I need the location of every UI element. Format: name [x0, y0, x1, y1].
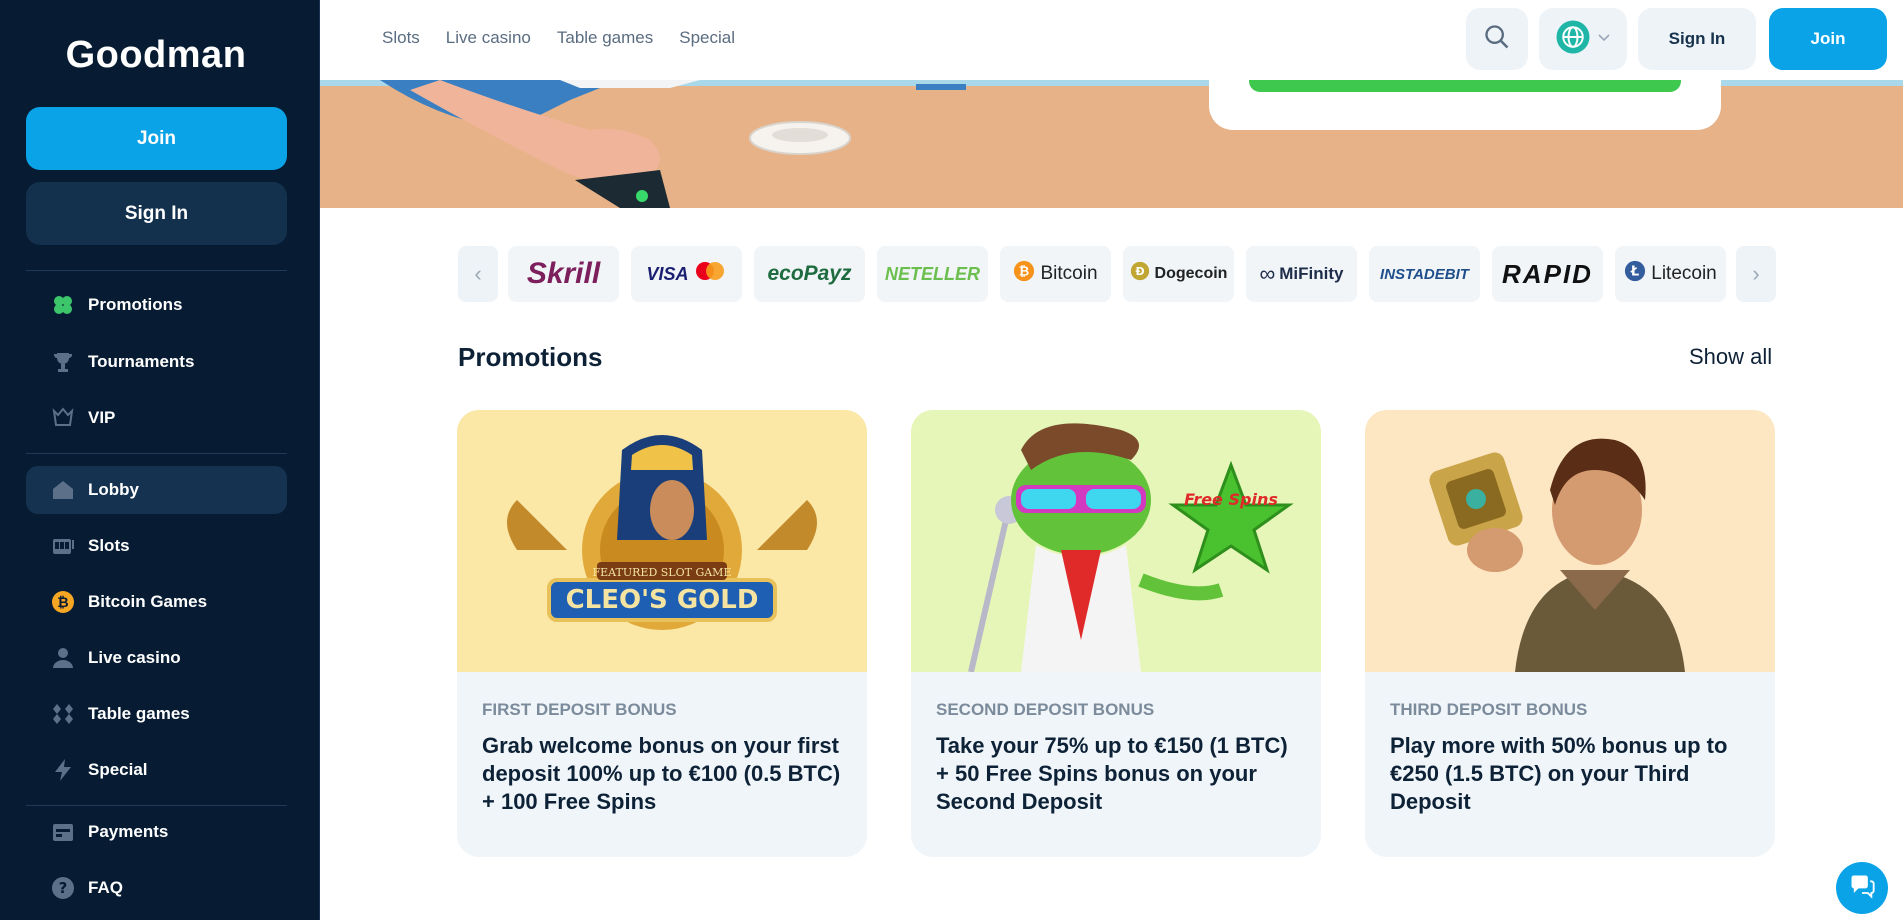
globe-icon	[1555, 19, 1591, 60]
vip-icon	[50, 405, 76, 431]
dealer-icon	[50, 645, 76, 671]
mastercard-icon	[693, 260, 727, 288]
wallet-icon	[50, 819, 76, 845]
chevron-left-icon: ‹	[474, 261, 482, 286]
carousel-prev-button[interactable]: ‹	[458, 246, 498, 302]
sidebar-divider	[26, 453, 287, 454]
sidebar-item-lobby[interactable]: Lobby	[26, 466, 287, 514]
payment-methods-carousel: ‹ Skrill VISA ecoPayz NETELLER ₿ Bitcoin…	[458, 246, 1776, 302]
dogecoin-icon: Ð	[1130, 261, 1150, 287]
svg-text:₿: ₿	[1019, 265, 1029, 280]
payment-visa-mastercard[interactable]: VISA	[631, 246, 742, 302]
payment-skrill[interactable]: Skrill	[508, 246, 619, 302]
search-icon	[1483, 23, 1511, 56]
promo-tag: THIRD DEPOSIT BONUS	[1390, 700, 1588, 719]
chat-button[interactable]	[1836, 862, 1888, 914]
payment-rapid[interactable]: RAPID	[1492, 246, 1603, 302]
sidebar-item-promotions[interactable]: Promotions	[26, 281, 287, 329]
promo-tag: FIRST DEPOSIT BONUS	[482, 700, 677, 719]
sidebar-item-label: Promotions	[88, 295, 183, 314]
svg-text:?: ?	[59, 879, 68, 897]
promo-card-third-deposit[interactable]: THIRD DEPOSIT BONUS Play more with 50% b…	[1365, 410, 1775, 857]
nav-slots[interactable]: Slots	[382, 28, 420, 48]
header-join-button[interactable]: Join	[1769, 8, 1887, 70]
promo-image-cleos-gold: CLEO'S GOLD FEATURED SLOT GAME	[457, 410, 867, 672]
sidebar-item-live-casino[interactable]: Live casino	[26, 634, 287, 682]
nav-table-games[interactable]: Table games	[557, 28, 653, 48]
promo-description: Take your 75% up to €150 (1 BTC) + 50 Fr…	[936, 733, 1288, 814]
infinity-icon: ∞	[1259, 261, 1276, 286]
chevron-right-icon: ›	[1752, 261, 1760, 286]
home-icon	[50, 477, 76, 503]
promo-card-second-deposit[interactable]: Free Spins SECOND DEPOSIT BONUS Take you…	[911, 410, 1321, 857]
sidebar-item-vip[interactable]: VIP	[26, 394, 287, 442]
sidebar-signin-button[interactable]: Sign In	[26, 182, 287, 245]
show-all-link[interactable]: Show all	[1689, 344, 1772, 370]
sidebar-item-faq[interactable]: ? FAQ	[26, 864, 287, 912]
promo-image-frog: Free Spins	[911, 410, 1321, 673]
svg-text:Free Spins: Free Spins	[1184, 490, 1278, 509]
payment-instadebit[interactable]: INSTADEBIT	[1369, 246, 1480, 302]
chat-icon	[1848, 872, 1876, 905]
sidebar-divider	[26, 805, 287, 806]
chevron-down-icon	[1597, 30, 1611, 49]
sidebar-item-slots[interactable]: Slots	[26, 522, 287, 570]
svg-text:FEATURED SLOT GAME: FEATURED SLOT GAME	[593, 566, 732, 579]
bitcoin-icon: ₿	[50, 589, 76, 615]
sidebar: Goodman Join Sign In Promotions Tourname…	[0, 0, 320, 920]
sidebar-item-table-games[interactable]: Table games	[26, 690, 287, 738]
promo-description: Play more with 50% bonus up to €250 (1.5…	[1390, 733, 1728, 814]
sidebar-item-label: Special	[88, 760, 148, 779]
promotions-heading: Promotions	[458, 342, 603, 372]
sidebar-item-special[interactable]: Special	[26, 746, 287, 794]
lightning-icon	[50, 757, 76, 783]
clover-icon	[50, 292, 76, 318]
sidebar-item-label: Tournaments	[88, 352, 195, 371]
sidebar-item-label: VIP	[88, 408, 116, 427]
sidebar-item-tournaments[interactable]: Tournaments	[26, 338, 287, 386]
svg-text:Ð: Ð	[1135, 265, 1144, 278]
language-selector[interactable]	[1539, 8, 1627, 70]
promo-image-explorer	[1365, 410, 1775, 672]
logo[interactable]: Goodman	[0, 34, 312, 77]
payment-litecoin[interactable]: Ł Litecoin	[1615, 246, 1726, 302]
sidebar-item-label: Payments	[88, 822, 169, 841]
payment-dogecoin[interactable]: Ð Dogecoin	[1123, 246, 1234, 302]
slot-machine-icon	[50, 533, 76, 559]
sidebar-item-payments[interactable]: Payments	[26, 808, 287, 856]
sidebar-item-label: Live casino	[88, 648, 181, 667]
svg-text:CLEO'S GOLD: CLEO'S GOLD	[566, 585, 759, 615]
top-nav: Slots Live casino Table games Special	[382, 28, 735, 48]
search-button[interactable]	[1466, 8, 1528, 70]
sidebar-item-label: Lobby	[88, 480, 139, 499]
promo-tag: SECOND DEPOSIT BONUS	[936, 700, 1155, 719]
cards-icon	[50, 701, 76, 727]
payment-bitcoin[interactable]: ₿ Bitcoin	[1000, 246, 1111, 302]
question-icon: ?	[50, 875, 76, 901]
nav-live-casino[interactable]: Live casino	[446, 28, 531, 48]
payment-mifinity[interactable]: ∞ MiFinity	[1246, 246, 1357, 302]
sidebar-item-label: Bitcoin Games	[88, 592, 208, 611]
sidebar-item-label: Slots	[88, 536, 130, 555]
litecoin-icon: Ł	[1624, 260, 1646, 288]
sidebar-item-label: FAQ	[88, 878, 123, 897]
promo-description: Grab welcome bonus on your first deposit…	[482, 733, 841, 814]
payment-neteller[interactable]: NETELLER	[877, 246, 988, 302]
payment-ecopayz[interactable]: ecoPayz	[754, 246, 865, 302]
hero-banner	[320, 80, 1903, 208]
nav-special[interactable]: Special	[679, 28, 735, 48]
promo-card-first-deposit[interactable]: CLEO'S GOLD FEATURED SLOT GAME FIRST DEP…	[457, 410, 867, 857]
carousel-next-button[interactable]: ›	[1736, 246, 1776, 302]
sidebar-divider	[26, 270, 287, 271]
bitcoin-icon: ₿	[1013, 260, 1035, 288]
sidebar-join-button[interactable]: Join	[26, 107, 287, 170]
svg-text:₿: ₿	[57, 595, 68, 611]
sidebar-item-label: Table games	[88, 704, 190, 723]
trophy-icon	[50, 349, 76, 375]
top-header: Slots Live casino Table games Special Si…	[320, 0, 1903, 80]
sidebar-item-bitcoin-games[interactable]: ₿ Bitcoin Games	[26, 578, 287, 626]
header-signin-button[interactable]: Sign In	[1638, 8, 1756, 70]
svg-text:Ł: Ł	[1630, 265, 1639, 280]
